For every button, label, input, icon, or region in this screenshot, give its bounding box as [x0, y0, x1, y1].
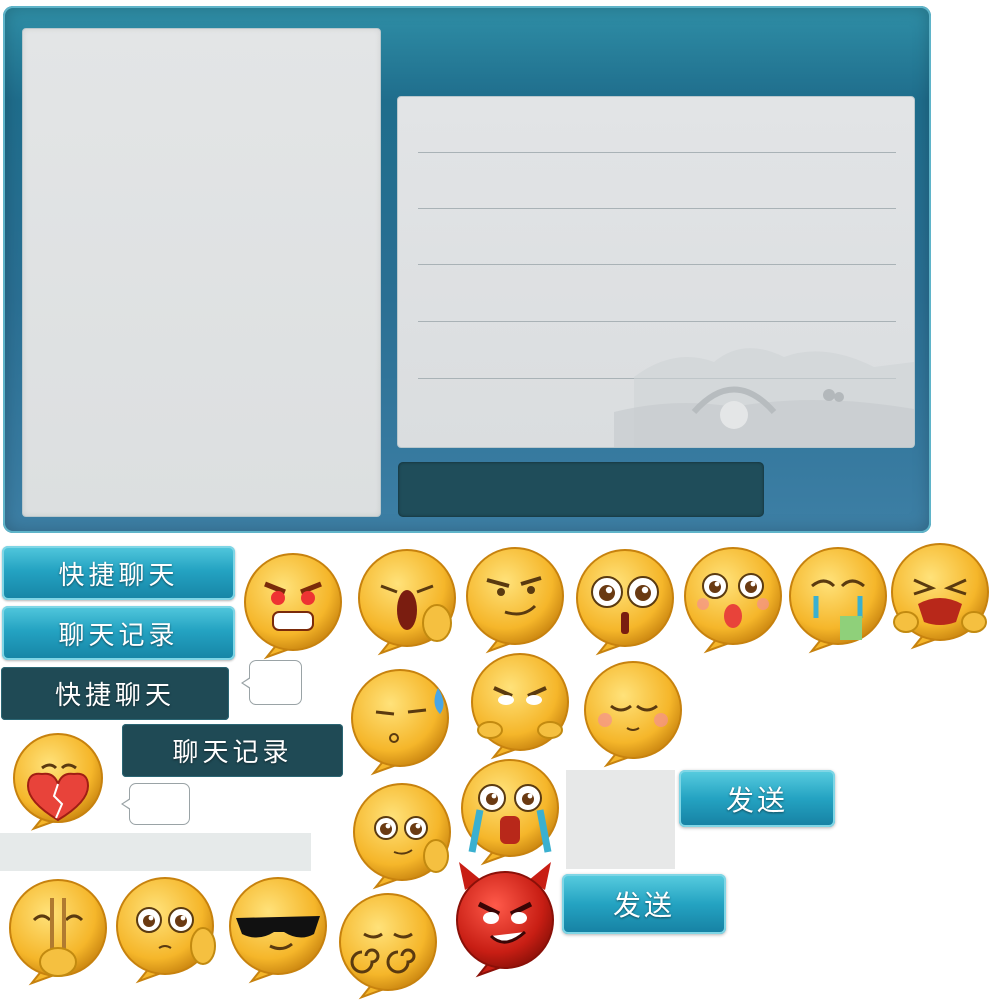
- send-button[interactable]: 发送: [679, 770, 835, 827]
- emoji-peek-icon[interactable]: [460, 642, 580, 762]
- chat-history-tab-active[interactable]: 聊天记录: [122, 724, 343, 777]
- chat-line: [418, 264, 896, 265]
- emoji-wink-thumb-icon[interactable]: [342, 772, 462, 892]
- emoji-yawn-icon[interactable]: [347, 538, 467, 658]
- emoji-preview-box: [566, 770, 675, 869]
- emoji-dizzy-icon[interactable]: [328, 882, 448, 1002]
- emoji-crying-icon[interactable]: [880, 532, 989, 652]
- emoji-kiss-icon[interactable]: [673, 536, 793, 656]
- quick-chat-tab-active[interactable]: 快捷聊天: [1, 667, 229, 720]
- chat-line: [418, 208, 896, 209]
- emoji-shy-icon[interactable]: [573, 650, 693, 770]
- emoji-cool-icon[interactable]: [218, 866, 338, 986]
- emoji-wave-icon[interactable]: [105, 866, 225, 986]
- emoji-heartbroken-icon[interactable]: [2, 722, 114, 834]
- emoji-tears-shock-icon[interactable]: [450, 748, 570, 868]
- emoji-praying-icon[interactable]: [0, 868, 118, 988]
- chat-history-tab[interactable]: 聊天记录: [2, 606, 235, 660]
- emoji-devil-icon[interactable]: [445, 860, 565, 980]
- speech-bubble: [241, 660, 302, 705]
- chat-line: [418, 152, 896, 153]
- quick-chat-tab[interactable]: 快捷聊天: [2, 546, 235, 600]
- emoji-smirk-icon[interactable]: [455, 536, 575, 656]
- emoji-shocked-icon[interactable]: [565, 538, 685, 658]
- message-input[interactable]: [398, 462, 764, 517]
- chat-log-pane[interactable]: [397, 96, 915, 448]
- send-button-2[interactable]: 发送: [562, 874, 726, 934]
- landscape-watermark: [614, 348, 914, 447]
- quick-phrase-list[interactable]: [22, 28, 381, 517]
- emoji-sleepy-sweat-icon[interactable]: [340, 658, 460, 778]
- speech-bubble: [121, 783, 190, 825]
- emoji-angry-icon[interactable]: [233, 542, 353, 662]
